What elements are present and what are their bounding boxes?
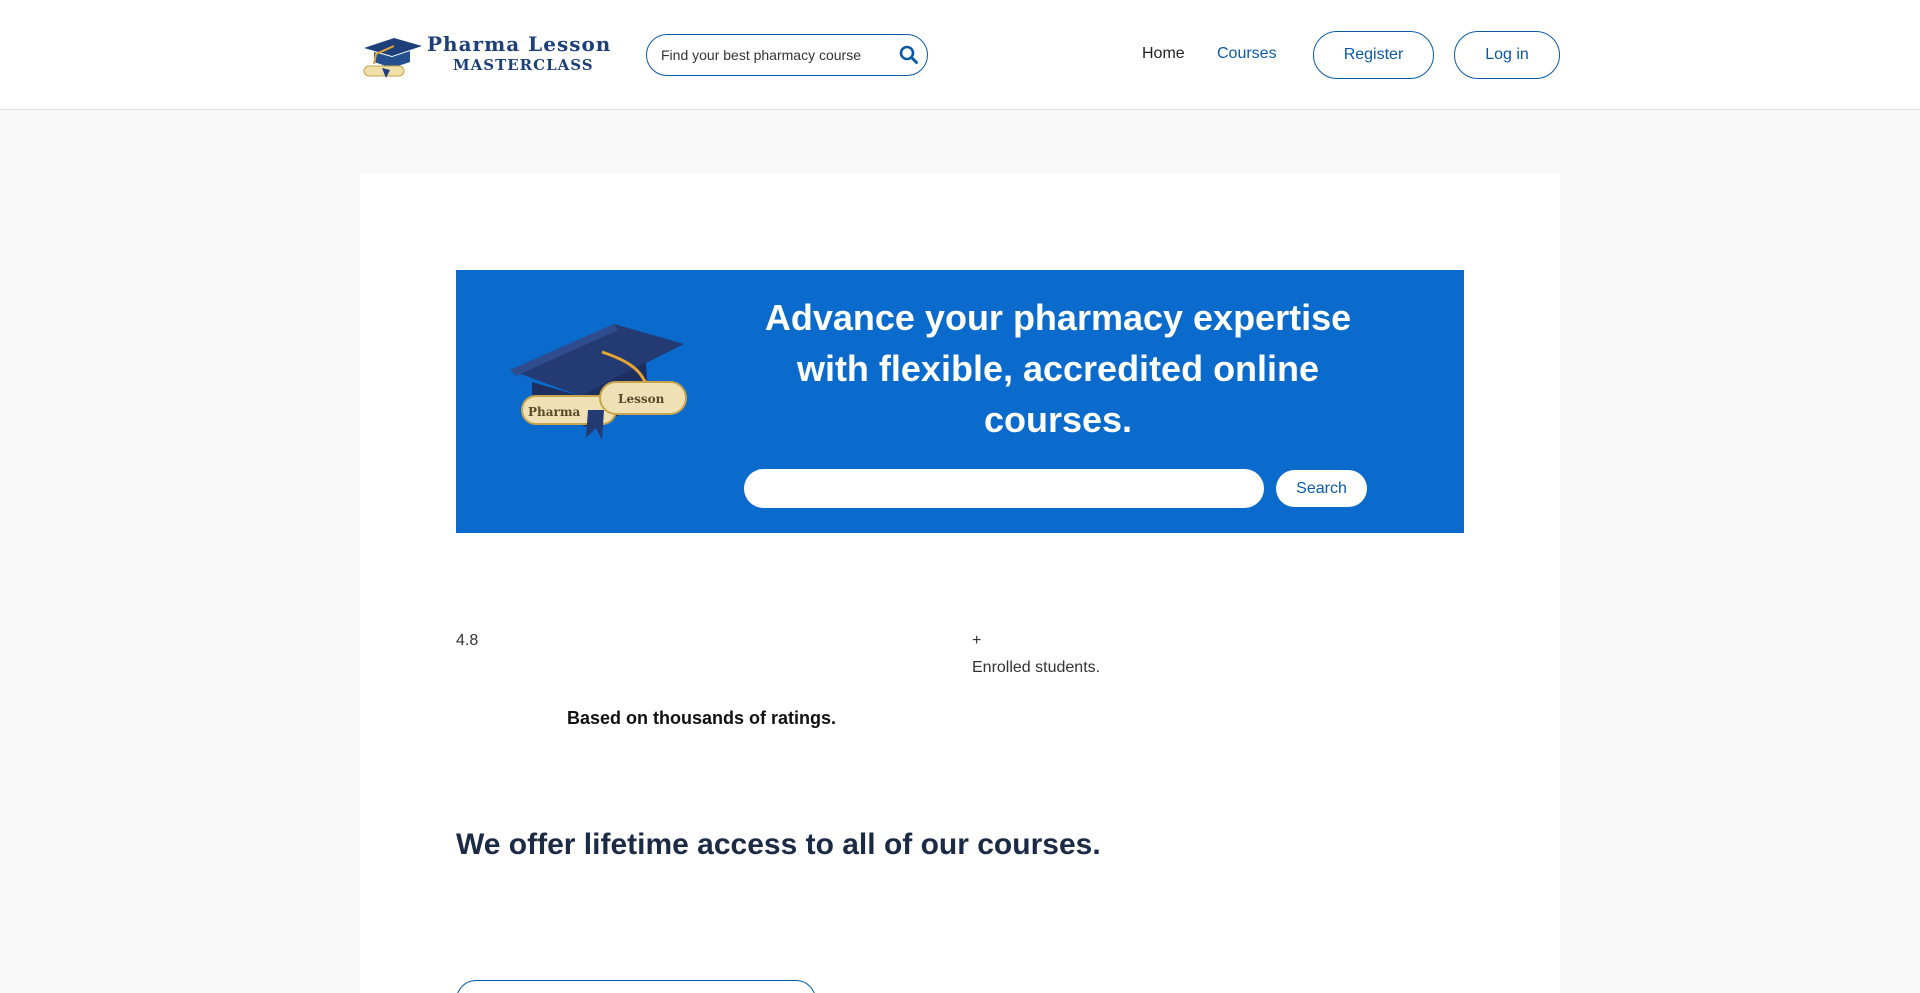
header-search-box (646, 34, 928, 76)
main-content: Pharma Lesson Advance your pharmacy expe… (360, 174, 1560, 993)
students-label: Enrolled students. (972, 659, 1101, 676)
header-search-input[interactable] (661, 35, 881, 75)
site-header: Pharma Lesson MASTERCLASS Home Courses R… (0, 0, 1920, 110)
hero-search-input[interactable] (744, 469, 1264, 508)
graduation-cap-diploma-image: Pharma Lesson (510, 324, 687, 440)
nav-home-link[interactable]: Home (1142, 44, 1185, 64)
hero-search-button[interactable]: Search (1276, 470, 1367, 507)
cap-label-right: Lesson (618, 392, 665, 406)
ratings-note: Based on thousands of ratings. (567, 708, 837, 728)
rating-value: 4.8 (456, 632, 479, 649)
graduation-cap-icon (363, 38, 422, 78)
brand-tagline: MASTERCLASS (453, 56, 594, 74)
search-icon[interactable] (897, 43, 921, 67)
nav-courses-link[interactable]: Courses (1217, 44, 1277, 64)
login-button[interactable]: Log in (1454, 31, 1560, 79)
students-count-prefix: + (972, 632, 982, 649)
brand-name: Pharma Lesson (427, 32, 612, 56)
hero-title: Advance your pharmacy expertise with fle… (764, 297, 1352, 440)
hero-banner: Pharma Lesson Advance your pharmacy expe… (456, 270, 1464, 533)
register-button[interactable]: Register (1313, 31, 1434, 79)
lifetime-access-heading: We offer lifetime access to all of our c… (456, 828, 1101, 861)
cta-pill-button[interactable] (456, 980, 816, 993)
brand-logo[interactable]: Pharma Lesson MASTERCLASS (360, 30, 610, 80)
cap-label-left: Pharma (528, 405, 581, 419)
